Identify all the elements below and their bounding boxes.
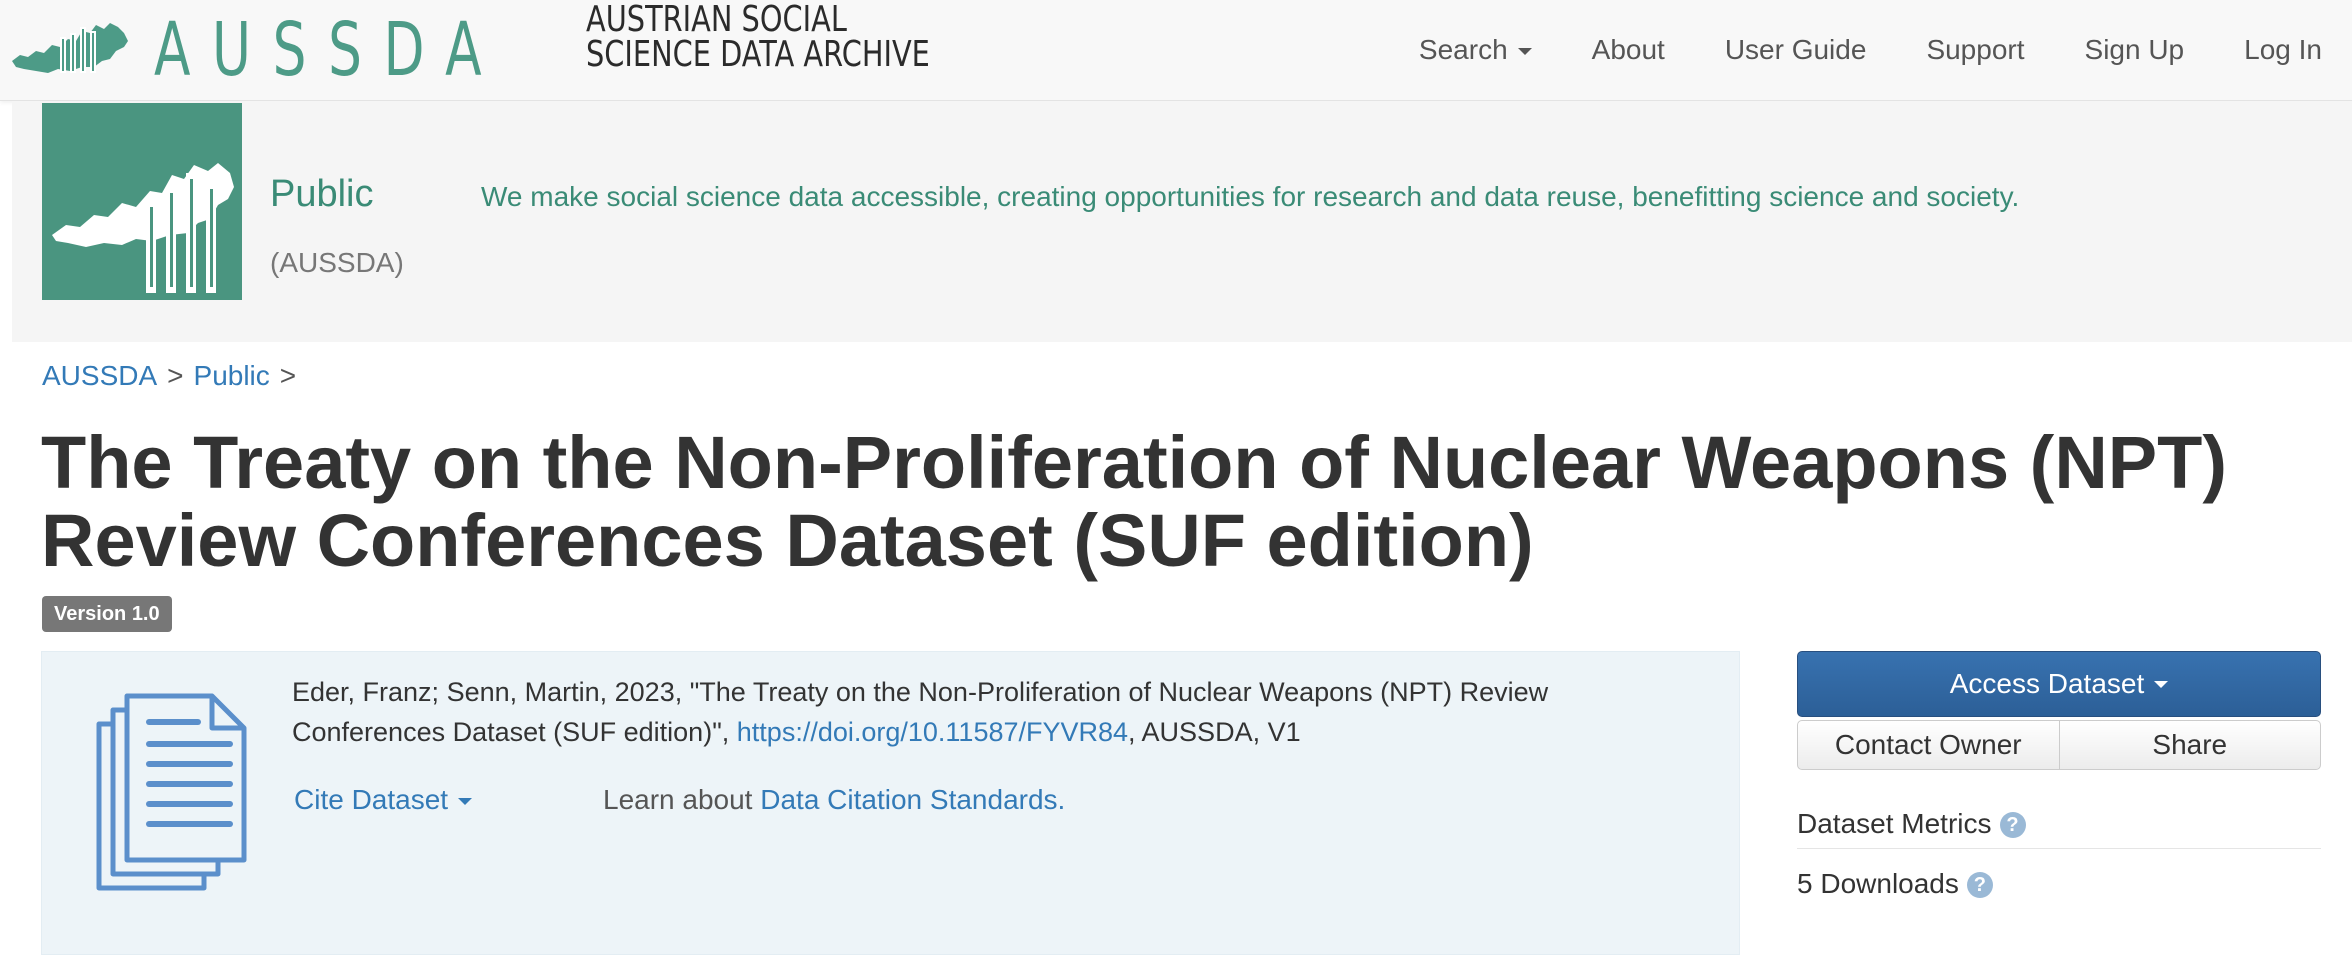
version-badge: Version 1.0 <box>42 596 172 632</box>
cite-dataset-label: Cite Dataset <box>294 784 449 815</box>
top-navbar: AUSSDA AUSTRIAN SOCIAL SCIENCE DATA ARCH… <box>0 0 2352 101</box>
citation-box: Eder, Franz; Senn, Martin, 2023, "The Tr… <box>41 651 1740 955</box>
logo-wordmark: AUSSDA <box>154 7 504 93</box>
page-title-line1: The Treaty on the Non-Proliferation of N… <box>41 421 2227 504</box>
citation-text: Eder, Franz; Senn, Martin, 2023, "The Tr… <box>292 672 1692 752</box>
caret-down-icon <box>2154 680 2169 688</box>
breadcrumb-separator: > <box>279 360 297 391</box>
dataverse-name-link[interactable]: Public <box>270 173 374 216</box>
downloads-count: 5 Downloads? <box>1797 868 1993 900</box>
citation-publisher-version: , AUSSDA, V1 <box>1128 717 1301 747</box>
help-icon[interactable]: ? <box>1966 872 1993 898</box>
nav-user-guide-link[interactable]: User Guide <box>1695 34 1897 66</box>
citation-standards-note: Learn about Data Citation Standards. <box>603 784 1065 816</box>
dataset-actions-group: Contact Owner Share <box>1797 720 2321 770</box>
nav-links: Search About User Guide Support Sign Up … <box>1389 0 2352 100</box>
dataverse-affiliation: (AUSSDA) <box>270 247 404 278</box>
logo-subtitle-line2: SCIENCE DATA ARCHIVE <box>586 34 930 75</box>
contact-owner-button[interactable]: Contact Owner <box>1797 720 2060 770</box>
downloads-label: 5 Downloads <box>1797 868 1959 899</box>
dataset-document-icon <box>96 693 247 891</box>
dataverse-logo[interactable] <box>42 103 242 300</box>
nav-log-in-link[interactable]: Log In <box>2214 34 2352 66</box>
dataset-metrics-label: Dataset Metrics <box>1797 808 1992 839</box>
page-title: The Treaty on the Non-Proliferation of N… <box>41 424 2291 580</box>
logo-subtitle: AUSTRIAN SOCIAL SCIENCE DATA ARCHIVE <box>586 0 930 75</box>
austria-map-logo-icon <box>12 23 128 73</box>
nav-support-link[interactable]: Support <box>1896 34 2054 66</box>
citation-doi-link[interactable]: https://doi.org/10.11587/FYVR84 <box>737 717 1128 747</box>
austria-map-icon <box>52 163 234 293</box>
nav-search-dropdown[interactable]: Search <box>1389 34 1562 66</box>
help-icon[interactable]: ? <box>1999 812 2026 838</box>
dataset-metrics-heading: Dataset Metrics? <box>1797 808 2321 849</box>
cite-dataset-dropdown[interactable]: Cite Dataset <box>294 784 473 816</box>
breadcrumb: AUSSDA > Public > <box>42 360 306 392</box>
share-button[interactable]: Share <box>2059 720 2321 770</box>
caret-down-icon <box>458 798 473 806</box>
access-dataset-button[interactable]: Access Dataset <box>1797 651 2321 717</box>
dataverse-tagline: We make social science data accessible, … <box>481 181 2020 212</box>
caret-down-icon <box>1517 48 1532 56</box>
breadcrumb-link-aussda[interactable]: AUSSDA <box>42 360 157 391</box>
logo-subtitle-line1: AUSTRIAN SOCIAL <box>586 0 847 40</box>
access-dataset-label: Access Dataset <box>1949 668 2145 699</box>
nav-search-label: Search <box>1418 34 1508 65</box>
learn-prefix: Learn about <box>603 784 761 815</box>
data-citation-standards-link[interactable]: Data Citation Standards. <box>760 784 1065 815</box>
nav-about-link[interactable]: About <box>1562 34 1695 66</box>
page-title-line2: Review Conferences Dataset (SUF edition) <box>41 499 1534 582</box>
nav-sign-up-link[interactable]: Sign Up <box>2055 34 2215 66</box>
breadcrumb-separator: > <box>167 360 184 391</box>
dataverse-header: Public (AUSSDA) We make social science d… <box>12 101 2352 342</box>
breadcrumb-link-public[interactable]: Public <box>194 360 270 391</box>
aussda-logo[interactable]: AUSSDA <box>10 7 574 93</box>
